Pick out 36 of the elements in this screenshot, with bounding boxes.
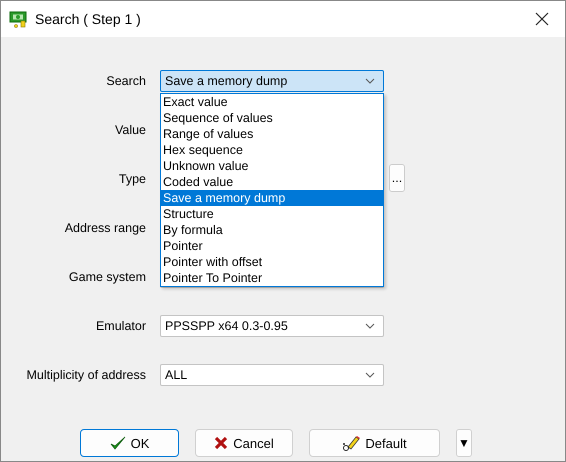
checkmark-icon: [110, 435, 126, 451]
dropdown-option[interactable]: Unknown value: [161, 158, 383, 174]
dropdown-option[interactable]: Range of values: [161, 126, 383, 142]
browse-button[interactable]: ...: [389, 164, 405, 192]
field-label: Game system: [68, 270, 146, 284]
pencil-icon: [342, 434, 360, 452]
field-label: Type: [118, 172, 146, 186]
field-label: Emulator: [94, 319, 146, 333]
dropdown-option[interactable]: Exact value: [161, 94, 383, 110]
dropdown-option[interactable]: Structure: [161, 206, 383, 222]
dropdown-field[interactable]: PPSSPP x64 0.3-0.95: [160, 315, 384, 337]
dropdown-field[interactable]: ALL: [160, 364, 384, 386]
dropdown-option[interactable]: By formula: [161, 222, 383, 238]
dropdown-option[interactable]: Hex sequence: [161, 142, 383, 158]
cross-icon: [214, 436, 228, 450]
chevron-icon: [365, 323, 375, 329]
dropdown-option[interactable]: Sequence of values: [161, 110, 383, 126]
dropdown-option[interactable]: Pointer: [161, 238, 383, 254]
dropdown-option[interactable]: Coded value: [161, 174, 383, 190]
cancel-button[interactable]: Cancel: [195, 429, 293, 457]
menu-button[interactable]: ▼: [456, 429, 472, 457]
field-label: Multiplicity of address: [26, 368, 146, 382]
field-label: Value: [114, 123, 146, 137]
dropdown-option[interactable]: Save a memory dump: [161, 190, 383, 206]
ok-button[interactable]: OK: [80, 429, 179, 457]
chevron-icon: [365, 372, 375, 378]
window-title: Search ( Step 1 ): [35, 11, 142, 27]
default-button[interactable]: Default: [309, 429, 440, 457]
money-icon: [9, 9, 29, 29]
chevron-icon: [365, 78, 375, 84]
dropdown-option[interactable]: Pointer with offset: [161, 254, 383, 270]
dropdown-field[interactable]: Save a memory dump: [160, 70, 384, 92]
field-label: Search: [105, 74, 146, 88]
close-icon[interactable]: [535, 12, 549, 26]
dropdown-option[interactable]: Pointer To Pointer: [161, 270, 383, 286]
field-label: Address range: [64, 221, 146, 235]
